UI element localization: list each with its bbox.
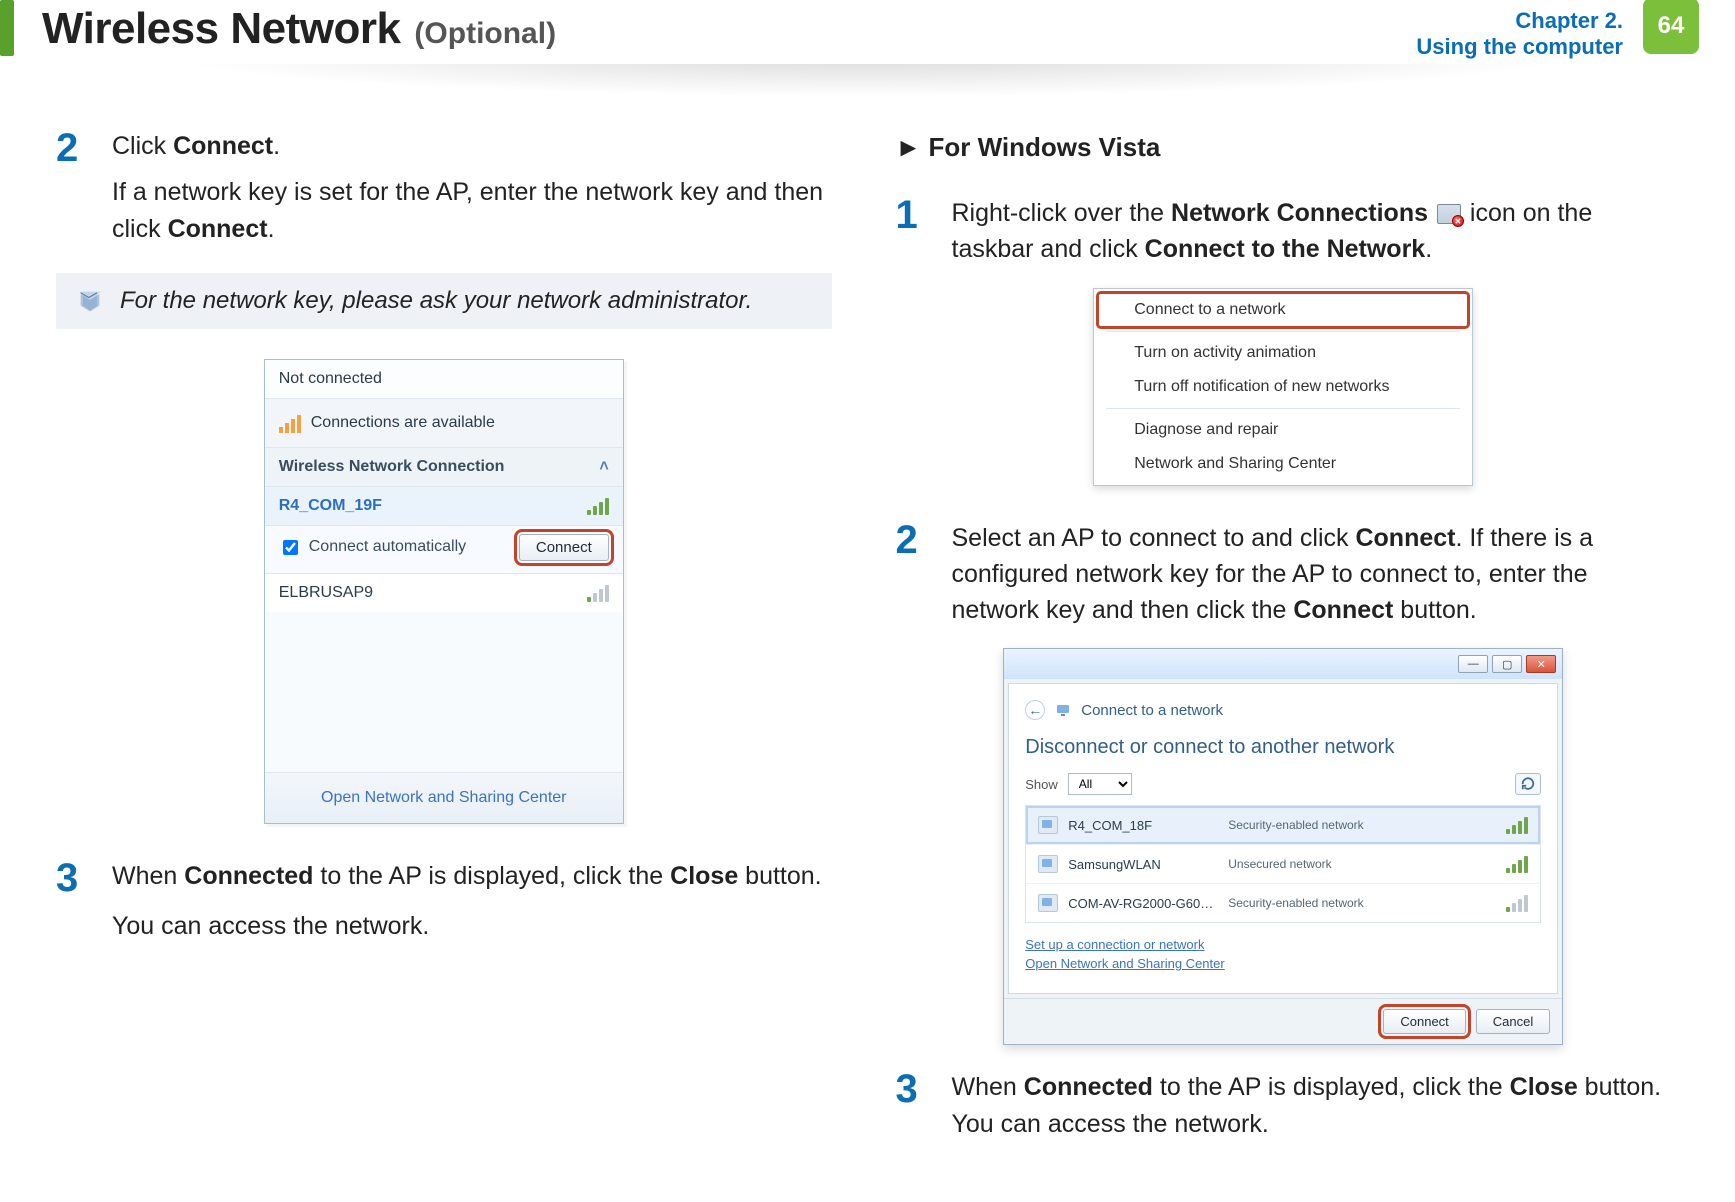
network-device-icon xyxy=(1038,855,1058,873)
step-3: 3 When Connected to the AP is displayed,… xyxy=(56,858,832,945)
step-number: 3 xyxy=(56,858,92,945)
signal-icon xyxy=(279,413,301,433)
refresh-button[interactable] xyxy=(1515,773,1541,795)
menu-separator xyxy=(1106,408,1460,409)
network-security: Unsecured network xyxy=(1228,857,1496,871)
right-column: ► For Windows Vista 1 Right-click over t… xyxy=(896,128,1672,1162)
step2-line1: Click Connect. xyxy=(112,128,832,164)
accent-bar xyxy=(0,0,14,56)
ctx-activity-animation[interactable]: Turn on activity animation xyxy=(1098,336,1468,370)
setup-connection-link[interactable]: Set up a connection or network xyxy=(1025,937,1541,952)
ap-name: ELBRUSAP9 xyxy=(279,584,373,602)
minimize-button[interactable]: — xyxy=(1458,655,1488,673)
ctx-turn-off-notifications[interactable]: Turn off notification of new networks xyxy=(1098,370,1468,404)
network-row[interactable]: COM-AV-RG2000-G60… Security-enabled netw… xyxy=(1026,883,1540,922)
signal-bars-icon xyxy=(587,497,609,515)
connect-to-network-window: — ▢ ✕ ← Connect to a network Disconnect … xyxy=(1003,648,1563,1045)
cancel-button[interactable]: Cancel xyxy=(1476,1009,1550,1034)
flyout-status: Not connected xyxy=(265,360,623,399)
flyout-available-text: Connections are available xyxy=(311,414,495,432)
step2-text: Select an AP to connect to and click Con… xyxy=(952,520,1672,629)
network-security: Security-enabled network xyxy=(1228,818,1496,832)
page-number-badge: 64 xyxy=(1643,0,1699,54)
titlebar: — ▢ ✕ xyxy=(1004,649,1562,679)
page-subtitle: (Optional) xyxy=(414,17,556,51)
close-button[interactable]: ✕ xyxy=(1526,655,1556,673)
network-device-icon xyxy=(1038,894,1058,912)
wifi-flyout-window: Not connected Connections are available … xyxy=(264,359,624,824)
step-1-vista: 1 Right-click over the Network Connectio… xyxy=(896,195,1672,268)
flyout-available: Connections are available xyxy=(265,399,623,447)
page-title: Wireless Network xyxy=(42,4,400,54)
network-name: SamsungWLAN xyxy=(1068,857,1218,872)
note-box: For the network key, please ask your net… xyxy=(56,273,832,329)
step3-text: When Connected to the AP is displayed, c… xyxy=(952,1069,1672,1142)
signal-bars-icon xyxy=(1506,816,1528,834)
network-row[interactable]: SamsungWLAN Unsecured network xyxy=(1026,844,1540,883)
chapter-line2: Using the computer xyxy=(1416,34,1623,60)
step-number: 2 xyxy=(56,128,92,247)
network-device-icon xyxy=(1038,816,1058,834)
left-column: 2 Click Connect. If a network key is set… xyxy=(56,128,832,1162)
signal-bars-icon xyxy=(587,584,609,602)
signal-bars-icon xyxy=(1506,894,1528,912)
breadcrumb: ← Connect to a network xyxy=(1025,694,1541,730)
vista-heading: ► For Windows Vista xyxy=(896,132,1672,163)
menu-separator xyxy=(1106,331,1460,332)
step1-text: Right-click over the Network Connections… xyxy=(952,195,1672,268)
show-filter-row: Show All xyxy=(1025,773,1541,795)
step3-line1: When Connected to the AP is displayed, c… xyxy=(112,858,822,894)
network-row[interactable]: R4_COM_18F Security-enabled network xyxy=(1026,806,1540,844)
auto-connect-row: Connect automatically Connect xyxy=(265,525,623,573)
connect-button[interactable]: Connect xyxy=(1383,1009,1465,1034)
open-sharing-center-link[interactable]: Open Network and Sharing Center xyxy=(321,789,566,806)
network-security: Security-enabled network xyxy=(1228,896,1496,910)
window-heading: Disconnect or connect to another network xyxy=(1025,736,1541,759)
chapter-line1: Chapter 2. xyxy=(1416,8,1623,34)
network-name: R4_COM_18F xyxy=(1068,818,1218,833)
ap-name: R4_COM_19F xyxy=(279,497,382,515)
chapter-label: Chapter 2. Using the computer xyxy=(1416,0,1623,60)
networks-list: R4_COM_18F Security-enabled network Sams… xyxy=(1025,805,1541,923)
step-3-vista: 3 When Connected to the AP is displayed,… xyxy=(896,1069,1672,1142)
network-icon xyxy=(1055,702,1071,718)
connect-button[interactable]: Connect xyxy=(519,534,609,561)
show-label: Show xyxy=(1025,777,1058,792)
step3-line2: You can access the network. xyxy=(112,908,822,944)
step-number: 2 xyxy=(896,520,932,629)
ctx-connect-to-network[interactable]: Connect to a network xyxy=(1098,293,1468,327)
chevron-up-icon: ˄ xyxy=(599,458,608,476)
header-divider xyxy=(32,64,1703,104)
ctx-sharing-center[interactable]: Network and Sharing Center xyxy=(1098,447,1468,481)
back-arrow-icon[interactable]: ← xyxy=(1025,700,1045,720)
flyout-empty-area xyxy=(265,612,623,772)
note-text: For the network key, please ask your net… xyxy=(120,287,752,315)
auto-connect-checkbox[interactable]: Connect automatically xyxy=(279,537,466,558)
flyout-section-header[interactable]: Wireless Network Connection ˄ xyxy=(265,447,623,486)
ap-row[interactable]: ELBRUSAP9 xyxy=(265,573,623,612)
auto-connect-input[interactable] xyxy=(283,540,298,555)
ap-row-selected[interactable]: R4_COM_19F xyxy=(265,486,623,525)
breadcrumb-text: Connect to a network xyxy=(1081,702,1223,719)
context-menu: Connect to a network Turn on activity an… xyxy=(1093,288,1473,486)
show-dropdown[interactable]: All xyxy=(1068,773,1132,795)
step-number: 3 xyxy=(896,1069,932,1142)
step-number: 1 xyxy=(896,195,932,268)
step-2: 2 Click Connect. If a network key is set… xyxy=(56,128,832,247)
note-icon xyxy=(76,287,104,315)
step-2-vista: 2 Select an AP to connect to and click C… xyxy=(896,520,1672,629)
ctx-diagnose[interactable]: Diagnose and repair xyxy=(1098,413,1468,447)
network-name: COM-AV-RG2000-G60… xyxy=(1068,896,1218,911)
network-connections-icon xyxy=(1437,204,1461,224)
page-header: Wireless Network (Optional) Chapter 2. U… xyxy=(0,0,1735,60)
open-sharing-center-link[interactable]: Open Network and Sharing Center xyxy=(1025,956,1541,971)
signal-bars-icon xyxy=(1506,855,1528,873)
maximize-button[interactable]: ▢ xyxy=(1492,655,1522,673)
step2-line2: If a network key is set for the AP, ente… xyxy=(112,174,832,247)
